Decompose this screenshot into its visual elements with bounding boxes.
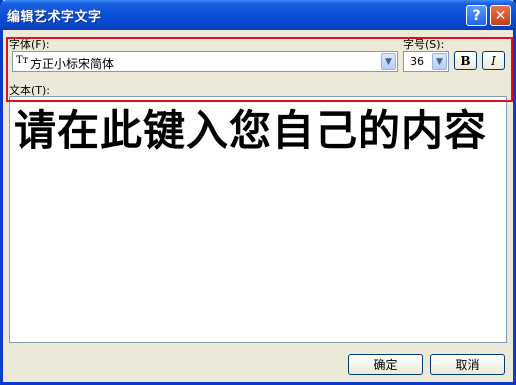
wordart-text-content: 请在此键入您自己的内容 bbox=[14, 106, 488, 155]
window-title: 编辑艺术字文字 bbox=[7, 10, 102, 25]
cancel-button[interactable]: 取消 bbox=[430, 354, 505, 375]
close-icon: ✕ bbox=[494, 7, 507, 24]
help-icon: ? bbox=[472, 7, 481, 24]
highlight-annotation bbox=[6, 37, 513, 102]
ok-button[interactable]: 确定 bbox=[348, 354, 423, 375]
title-bar[interactable]: 编辑艺术字文字 ? ✕ bbox=[0, 0, 516, 30]
close-button[interactable]: ✕ bbox=[490, 5, 511, 26]
help-button[interactable]: ? bbox=[466, 5, 487, 26]
wordart-text-input[interactable]: 请在此键入您自己的内容 bbox=[9, 96, 507, 343]
